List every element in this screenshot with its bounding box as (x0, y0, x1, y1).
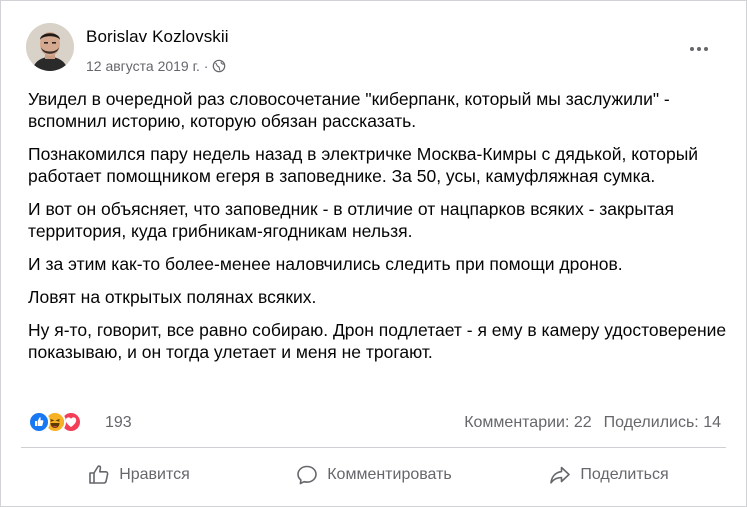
post-stats: Комментарии: 22 Поделились: 14 (464, 414, 721, 432)
author-name[interactable]: Borislav Kozlovskii (86, 27, 229, 47)
actions-divider (21, 447, 726, 448)
share-button-label: Поделиться (580, 466, 669, 483)
more-options-icon[interactable] (684, 39, 714, 59)
like-button[interactable]: Нравится (21, 453, 256, 497)
post-date[interactable]: 12 августа 2019 г. · (86, 58, 208, 74)
reaction-icons[interactable] (28, 411, 82, 433)
more-dot (704, 47, 708, 51)
post-paragraph: И за этим как-то более-менее наловчились… (28, 254, 623, 274)
comment-button[interactable]: Комментировать (256, 453, 491, 497)
post-paragraph: Познакомился пару недель назад в электри… (28, 144, 699, 186)
share-icon (550, 466, 571, 484)
post-paragraph: Ну я-то, говорит, все равно собираю. Дро… (28, 320, 727, 362)
share-button[interactable]: Поделиться (491, 453, 726, 497)
comment-icon (297, 465, 318, 485)
post-paragraph: Ловят на открытых полянах всяких. (28, 287, 317, 307)
more-dot (697, 47, 701, 51)
thumbs-up-icon (89, 465, 109, 484)
more-dot (690, 47, 694, 51)
post-meta: 12 августа 2019 г. · (86, 58, 226, 74)
globe-icon[interactable] (212, 59, 226, 73)
like-reaction-icon (28, 411, 50, 433)
post-text: Увидел в очередной раз словосочетание "к… (28, 88, 728, 374)
comment-button-label: Комментировать (327, 466, 452, 483)
post-paragraph: И вот он объясняет, что заповедник - в о… (28, 199, 675, 241)
comments-count[interactable]: Комментарии: 22 (464, 414, 591, 432)
shares-count[interactable]: Поделились: 14 (604, 414, 721, 432)
author-avatar[interactable] (26, 23, 74, 71)
avatar-image (26, 23, 74, 71)
post-paragraph: Увидел в очередной раз словосочетание "к… (28, 89, 670, 131)
like-button-label: Нравится (119, 466, 190, 483)
action-bar: Нравится Комментировать Поделиться (21, 453, 726, 497)
post-card: Borislav Kozlovskii 12 августа 2019 г. ·… (0, 0, 747, 507)
reaction-count[interactable]: 193 (105, 414, 132, 432)
